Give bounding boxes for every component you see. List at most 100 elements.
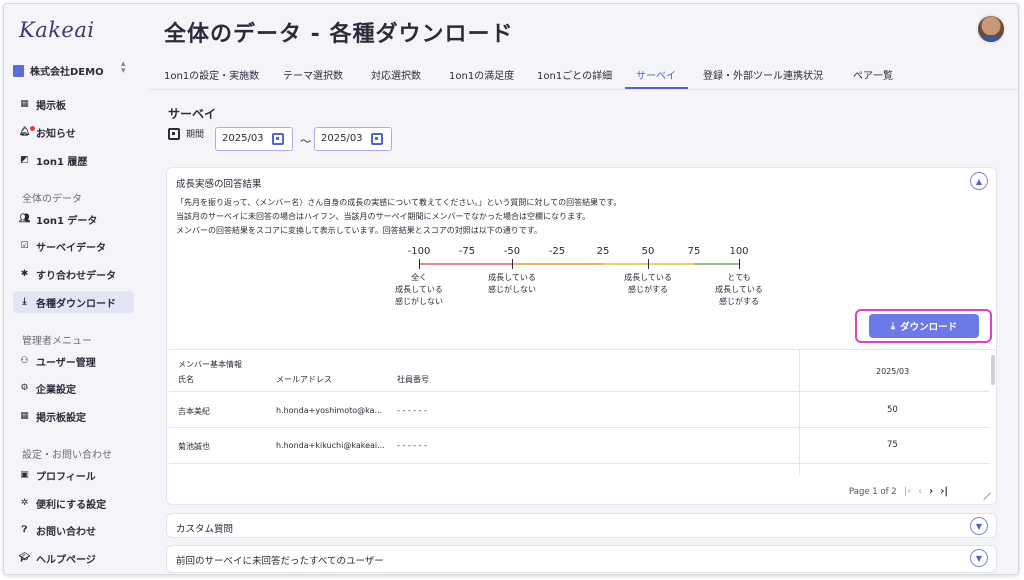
scale-segment-red — [419, 263, 512, 265]
unanswered-users-card[interactable]: 前回のサーベイに未回答だったすべてのユーザー ▼ — [166, 545, 997, 573]
tab-1on1-settings[interactable]: 1on1の設定・実施数 — [164, 67, 259, 82]
sidebar-item-label: ユーザー管理 — [36, 357, 96, 369]
gear-icon: ✲ — [20, 498, 29, 508]
next-page-icon[interactable]: › — [929, 486, 933, 497]
column-header-date[interactable]: 2025/03 — [876, 367, 909, 376]
date-from-value: 2025/03 — [222, 133, 264, 144]
chevron-up-icon[interactable]: ▲ — [970, 172, 988, 190]
building-settings-icon: ⚙ — [20, 383, 29, 393]
chevron-down-icon[interactable]: ▼ — [970, 517, 988, 535]
results-table: メンバー基本情報 氏名 メールアドレス 社員番号 2025/03 吉本美紀 h.… — [169, 349, 995, 475]
scale-number: 100 — [729, 246, 749, 257]
sidebar-item-help[interactable]: 🎓︎ ヘルプページ — [13, 547, 134, 569]
custom-questions-card[interactable]: カスタム質問 ▼ — [166, 513, 997, 538]
download-button[interactable]: ⤓ ダウンロード — [869, 314, 979, 338]
column-header-employee-number[interactable]: 社員番号 — [397, 374, 429, 385]
sidebar-item-history[interactable]: ◩ 1on1 履歴 — [13, 149, 134, 171]
sidebar-item-company-settings[interactable]: ⚙ 企業設定 — [13, 377, 134, 399]
sidebar-item-alignment-data[interactable]: ✱ すり合わせデータ — [13, 263, 134, 285]
sidebar: Kakeai 株式会社DEMO ▴ ▾ ▦ 掲示板 🔔︎ お知らせ ◩ 1on1 … — [4, 4, 149, 574]
tab-1on1-details[interactable]: 1on1ごとの詳細 — [537, 67, 612, 82]
sidebar-item-profile[interactable]: ▣ プロフィール — [13, 464, 134, 486]
puzzle-icon: ✱ — [20, 269, 29, 279]
tab-response-count[interactable]: 対応選択数 — [371, 67, 421, 82]
scale-segment-green — [694, 263, 739, 265]
sidebar-item-notifications[interactable]: 🔔︎ お知らせ — [13, 121, 134, 143]
resize-handle-icon[interactable] — [976, 485, 992, 501]
download-icon: ⤓ — [890, 320, 896, 332]
calendar-icon[interactable] — [371, 133, 383, 145]
sidebar-item-downloads[interactable]: ⤓ 各種ダウンロード — [13, 291, 134, 313]
calendar-icon[interactable] — [272, 133, 284, 145]
board-icon: ▦ — [20, 99, 29, 109]
sidebar-item-user-management[interactable]: ⚇ ユーザー管理 — [13, 350, 134, 372]
tab-theme-count[interactable]: テーマ選択数 — [283, 67, 343, 82]
help-icon: ❓︎ — [21, 525, 28, 535]
card-title: カスタム質問 — [176, 524, 234, 535]
cell-score: 50 — [887, 405, 898, 415]
board-settings-icon: ▦ — [20, 411, 29, 421]
logo[interactable]: Kakeai — [19, 18, 95, 42]
avatar[interactable] — [976, 14, 1006, 44]
section-label-data: 全体のデータ — [22, 194, 82, 205]
cell-email: h.honda+yoshimoto@ka... — [276, 406, 383, 415]
people-icon: 👥︎ — [18, 214, 31, 224]
scale-tick — [419, 259, 420, 269]
card-title: 成長実感の回答結果 — [176, 179, 262, 190]
row-divider — [169, 391, 989, 392]
column-header-name[interactable]: 氏名 — [178, 374, 194, 385]
tab-pair-list[interactable]: ペア一覧 — [853, 67, 893, 82]
prev-page-icon[interactable]: ‹ — [918, 486, 922, 497]
pagination: Page 1 of 2 |‹ ‹ › ›| — [849, 486, 948, 497]
cell-name: 菊池誠也 — [178, 442, 210, 451]
cell-name: 吉本美紀 — [178, 407, 210, 416]
sidebar-item-board-settings[interactable]: ▦ 掲示板設定 — [13, 405, 134, 427]
first-page-icon[interactable]: |‹ — [904, 486, 911, 497]
tab-bar: 1on1の設定・実施数 テーマ選択数 対応選択数 1on1の満足度 1on1ごと… — [149, 60, 1018, 90]
scale-label: とても 成長している 感じがする — [715, 273, 763, 306]
scale-number: 75 — [687, 246, 701, 257]
sidebar-item-contact[interactable]: ❓︎ お問い合わせ — [13, 519, 134, 541]
scale-number: -25 — [548, 246, 566, 257]
description-line: メンバーの回答結果をスコアに変換して表示しています。回答結果とスコアの対照は以下… — [176, 226, 542, 235]
last-page-icon[interactable]: ›| — [940, 486, 948, 497]
sidebar-item-label: お問い合わせ — [36, 526, 96, 538]
scale-tick — [648, 259, 649, 269]
scale-label: 全く 成長している 感じがしない — [395, 273, 443, 306]
tab-registration-status[interactable]: 登録・外部ツール連携状況 — [703, 67, 823, 82]
scale-number: 25 — [596, 246, 610, 257]
page-indicator: Page 1 of 2 — [849, 486, 897, 497]
cell-employee-number: - - - - - - — [397, 406, 428, 415]
vertical-scrollbar[interactable] — [991, 355, 995, 385]
section-label-settings: 設定・お問い合わせ — [22, 450, 112, 461]
date-to-value: 2025/03 — [321, 133, 363, 144]
sidebar-item-label: 1on1 履歴 — [36, 156, 88, 168]
active-tab-indicator — [625, 87, 688, 89]
sidebar-item-preferences[interactable]: ✲ 便利にする設定 — [13, 492, 134, 514]
date-range-separator: 〜 — [300, 135, 311, 148]
chevron-down-icon[interactable]: ▼ — [970, 549, 988, 567]
sidebar-item-board[interactable]: ▦ 掲示板 — [13, 93, 134, 115]
scale-label: 成長している 感じがする — [624, 273, 672, 294]
sidebar-item-label: すり合わせデータ — [36, 270, 116, 282]
building-icon — [13, 64, 24, 77]
tab-satisfaction[interactable]: 1on1の満足度 — [449, 67, 514, 82]
sidebar-item-label: プロフィール — [36, 471, 96, 483]
download-label: ダウンロード — [900, 322, 958, 333]
column-header-email[interactable]: メールアドレス — [276, 374, 332, 385]
description-line: 当該月のサーベイに未回答の場合はハイフン、当該月のサーベイ期間にメンバーでなかっ… — [176, 212, 591, 221]
sidebar-item-label: 1on1 データ — [36, 215, 98, 227]
sidebar-item-1on1-data[interactable]: 👥︎ 1on1 データ — [13, 208, 134, 230]
tab-survey[interactable]: サーベイ — [636, 67, 676, 82]
company-name: 株式会社DEMO — [30, 67, 104, 78]
sidebar-item-label: サーベイデータ — [36, 242, 106, 254]
description-line: 「先月を振り返って、〈メンバー名〉さん自身の成長の実感について教えてください。」… — [176, 198, 622, 207]
company-switcher[interactable]: 株式会社DEMO ▴ ▾ — [13, 60, 126, 78]
date-from-picker[interactable]: 2025/03 — [215, 127, 293, 151]
sidebar-item-label: お知らせ — [36, 128, 76, 140]
sidebar-item-survey-data[interactable]: ☑ サーベイデータ — [13, 235, 134, 257]
page-title: 全体のデータ - 各種ダウンロード — [164, 22, 514, 47]
column-divider — [799, 350, 800, 475]
date-to-picker[interactable]: 2025/03 — [314, 127, 392, 151]
scale-segment-orange — [512, 263, 603, 265]
